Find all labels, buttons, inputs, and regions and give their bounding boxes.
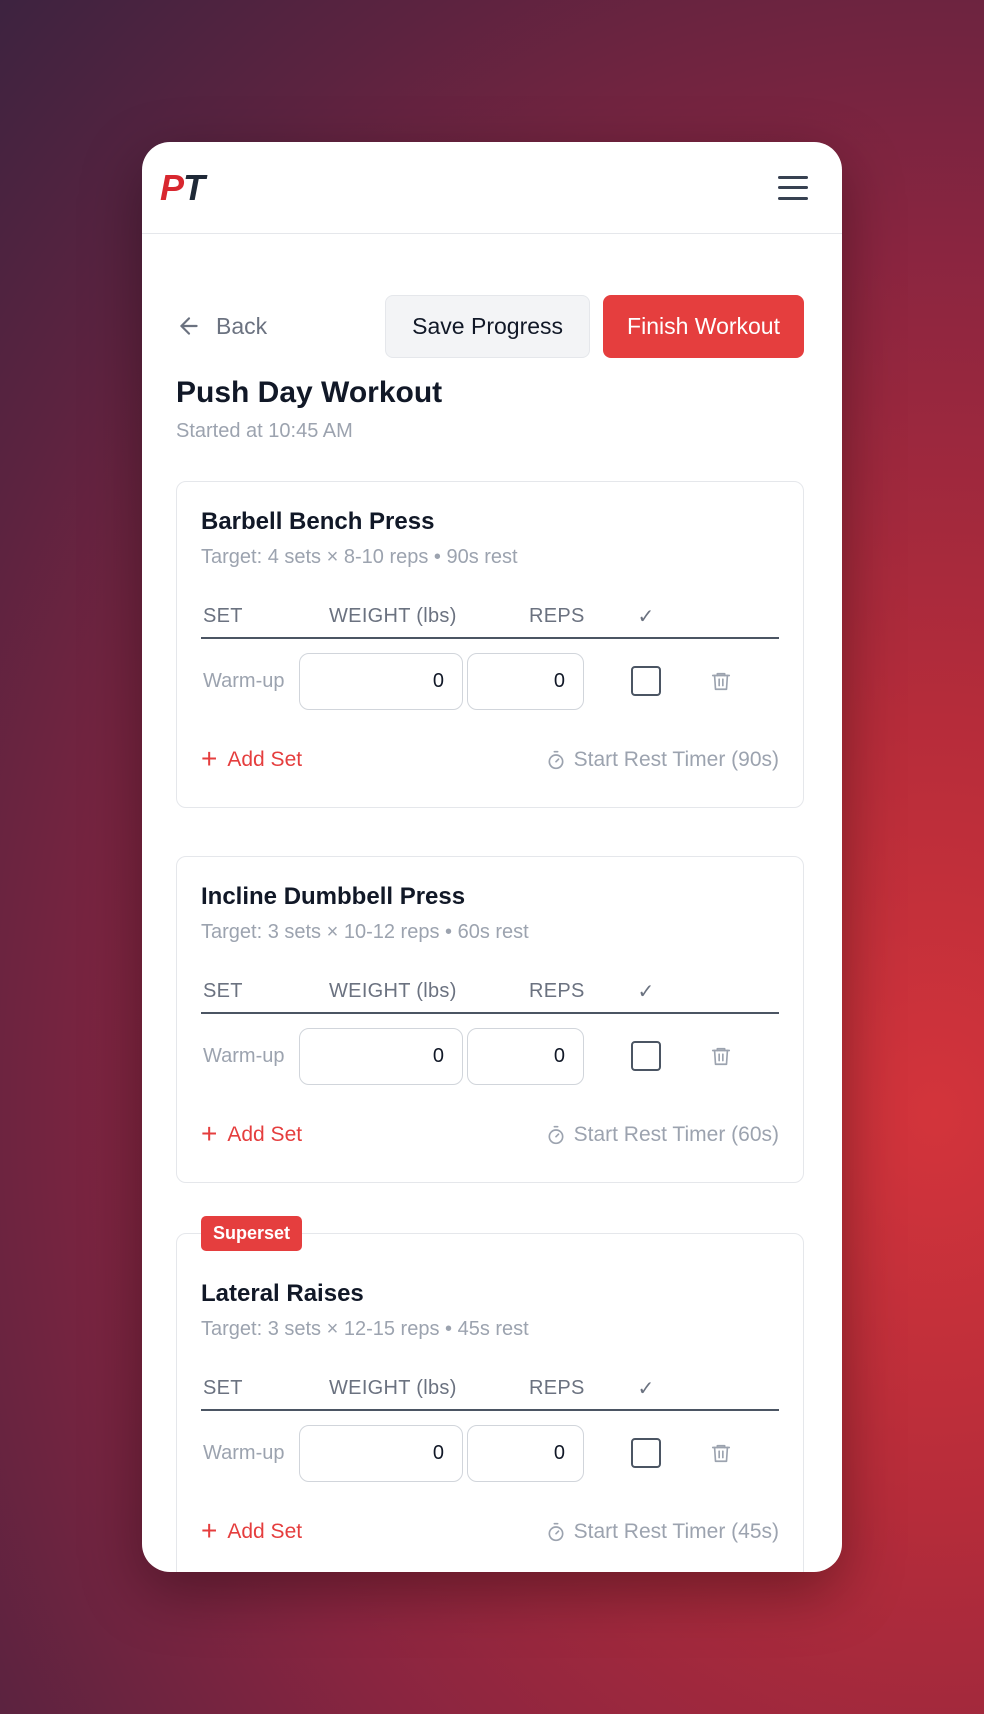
sets-table-header: SET WEIGHT (lbs) REPS ✓ <box>201 595 779 639</box>
reps-input[interactable] <box>467 1027 584 1085</box>
column-header-set: SET <box>203 1376 243 1399</box>
column-header-done: ✓ <box>637 980 655 1003</box>
action-bar: Back Save Progress Finish Workout <box>176 294 804 358</box>
main-content: Back Save Progress Finish Workout Push D… <box>142 294 842 1572</box>
top-bar: PT <box>142 142 842 234</box>
column-header-set: SET <box>203 604 243 627</box>
logo-p: P <box>160 166 184 208</box>
rest-timer-label: Start Rest Timer (90s) <box>573 748 779 771</box>
stopwatch-icon <box>548 1522 564 1542</box>
set-label: Warm-up <box>203 1441 285 1464</box>
column-header-set: SET <box>203 979 243 1002</box>
trash-icon[interactable] <box>710 1044 732 1068</box>
finish-workout-button[interactable]: Finish Workout <box>603 294 804 358</box>
column-header-done: ✓ <box>637 1377 655 1400</box>
exercise-card: Incline Dumbbell Press Target: 3 sets × … <box>176 856 804 1183</box>
column-header-weight: WEIGHT (lbs) <box>329 1376 457 1399</box>
set-complete-checkbox[interactable] <box>631 1438 661 1468</box>
add-set-label: Add Set <box>227 1520 303 1543</box>
add-set-label: Add Set <box>227 748 303 771</box>
set-row: Warm-up <box>201 1014 779 1098</box>
back-button[interactable]: Back <box>176 313 267 340</box>
start-rest-timer-button[interactable]: Start Rest Timer (45s) <box>546 1520 779 1544</box>
column-header-reps: REPS <box>529 1376 585 1399</box>
plus-icon: + <box>201 1118 218 1149</box>
exercise-name: Lateral Raises <box>201 1280 364 1307</box>
reps-input[interactable] <box>467 652 584 710</box>
start-rest-timer-button[interactable]: Start Rest Timer (60s) <box>546 1123 779 1147</box>
app-logo[interactable]: PT <box>160 166 205 209</box>
logo-t: T <box>183 166 205 208</box>
column-header-reps: REPS <box>529 979 585 1002</box>
set-label: Warm-up <box>203 1044 285 1067</box>
plus-icon: + <box>201 743 218 774</box>
column-header-weight: WEIGHT (lbs) <box>329 604 457 627</box>
app-window: PT Back Save Progress Finish Workout Pus… <box>142 142 842 1572</box>
column-header-done: ✓ <box>637 605 655 628</box>
exercise-target: Target: 3 sets × 12-15 reps • 45s rest <box>201 1318 529 1340</box>
set-label: Warm-up <box>203 669 285 692</box>
reps-input[interactable] <box>467 1424 584 1482</box>
exercise-name: Barbell Bench Press <box>201 508 435 535</box>
column-header-weight: WEIGHT (lbs) <box>329 979 457 1002</box>
add-set-label: Add Set <box>227 1123 303 1146</box>
exercise-target: Target: 4 sets × 8-10 reps • 90s rest <box>201 546 518 568</box>
add-set-button[interactable]: + Add Set <box>201 743 303 774</box>
stopwatch-icon <box>548 1125 564 1145</box>
back-label: Back <box>216 312 268 339</box>
arrow-left-icon <box>180 317 198 335</box>
hamburger-menu-icon[interactable] <box>778 175 808 200</box>
exercise-card: Superset Lateral Raises Target: 3 sets ×… <box>176 1216 804 1572</box>
weight-input[interactable] <box>299 652 463 710</box>
card-footer: + Add Set Start Rest Timer (45s) <box>201 1515 779 1546</box>
plus-icon: + <box>201 1515 218 1546</box>
weight-input[interactable] <box>299 1027 463 1085</box>
weight-input[interactable] <box>299 1424 463 1482</box>
exercise-target: Target: 3 sets × 10-12 reps • 60s rest <box>201 921 529 943</box>
sets-table-header: SET WEIGHT (lbs) REPS ✓ <box>201 1367 779 1411</box>
rest-timer-label: Start Rest Timer (45s) <box>573 1520 779 1543</box>
set-complete-checkbox[interactable] <box>631 666 661 696</box>
card-footer: + Add Set Start Rest Timer (60s) <box>201 1118 779 1149</box>
set-row: Warm-up <box>201 639 779 723</box>
card-footer: + Add Set Start Rest Timer (90s) <box>201 743 779 774</box>
column-header-reps: REPS <box>529 604 585 627</box>
exercise-card: Barbell Bench Press Target: 4 sets × 8-1… <box>176 481 804 808</box>
set-row: Warm-up <box>201 1411 779 1495</box>
rest-timer-label: Start Rest Timer (60s) <box>573 1123 779 1146</box>
save-progress-button[interactable]: Save Progress <box>385 294 591 358</box>
start-rest-timer-button[interactable]: Start Rest Timer (90s) <box>546 748 779 772</box>
add-set-button[interactable]: + Add Set <box>201 1118 303 1149</box>
set-complete-checkbox[interactable] <box>631 1041 661 1071</box>
page-title: Push Day Workout <box>176 376 443 409</box>
trash-icon[interactable] <box>710 669 732 693</box>
workout-start-time: Started at 10:45 AM <box>176 420 353 442</box>
stopwatch-icon <box>548 750 564 770</box>
trash-icon[interactable] <box>710 1441 732 1465</box>
sets-table-header: SET WEIGHT (lbs) REPS ✓ <box>201 970 779 1014</box>
exercise-name: Incline Dumbbell Press <box>201 883 466 910</box>
add-set-button[interactable]: + Add Set <box>201 1515 303 1546</box>
superset-badge: Superset <box>201 1216 303 1251</box>
